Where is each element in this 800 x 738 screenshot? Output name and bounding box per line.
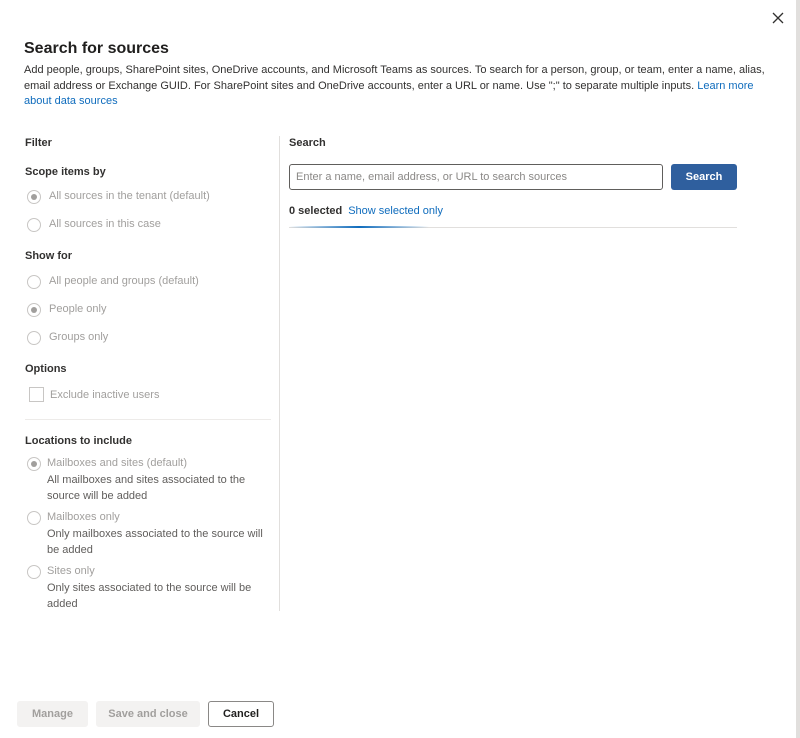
manage-button[interactable]: Manage [17, 701, 88, 727]
show-selected-link[interactable]: Show selected only [348, 205, 443, 217]
scope-option-label: All sources in the tenant (default) [49, 190, 210, 202]
radio-button[interactable] [27, 275, 41, 289]
scrollbar-thumb[interactable] [796, 0, 800, 738]
search-sources-panel: Search for sources Add people, groups, S… [0, 0, 800, 738]
exclude-inactive-checkbox[interactable] [29, 387, 44, 402]
show-for-option-all[interactable]: All people and groups (default) [27, 274, 199, 290]
close-button[interactable] [766, 6, 790, 30]
radio-button[interactable] [27, 457, 41, 471]
show-for-option-label: All people and groups (default) [49, 275, 199, 287]
description-text: Add people, groups, SharePoint sites, On… [24, 64, 765, 92]
radio-button[interactable] [27, 331, 41, 345]
loading-indicator [289, 226, 429, 228]
show-for-label: Show for [25, 250, 73, 262]
search-title: Search [289, 137, 326, 149]
radio-button[interactable] [27, 303, 41, 317]
location-option-description: Only sites associated to the source will… [47, 581, 252, 610]
column-divider [279, 136, 280, 611]
show-for-option-label: People only [49, 303, 107, 315]
show-for-option-groups[interactable]: Groups only [27, 330, 108, 346]
show-for-option-label: Groups only [49, 331, 109, 343]
radio-button[interactable] [27, 565, 41, 579]
show-for-option-people[interactable]: People only [27, 302, 107, 318]
location-option-description: All mailboxes and sites associated to th… [47, 473, 246, 502]
scope-option-label: All sources in this case [49, 218, 161, 230]
radio-button[interactable] [27, 218, 41, 232]
dialog-description: Add people, groups, SharePoint sites, On… [24, 63, 774, 110]
locations-label: Locations to include [25, 435, 132, 447]
divider [25, 419, 271, 420]
search-button[interactable]: Search [671, 164, 737, 190]
save-and-close-button[interactable]: Save and close [96, 701, 200, 727]
page-title: Search for sources [24, 40, 169, 57]
radio-button[interactable] [27, 190, 41, 204]
filter-title: Filter [25, 137, 52, 149]
location-option-sites[interactable]: Sites only Only sites associated to the … [27, 564, 275, 612]
search-input[interactable] [289, 164, 663, 190]
exclude-inactive-option[interactable]: Exclude inactive users [29, 387, 159, 402]
location-option-description: Only mailboxes associated to the source … [47, 527, 263, 556]
exclude-inactive-label: Exclude inactive users [50, 388, 160, 401]
options-label: Options [25, 363, 67, 375]
scope-option-case[interactable]: All sources in this case [27, 217, 161, 233]
cancel-button[interactable]: Cancel [208, 701, 274, 727]
location-option-mailboxes[interactable]: Mailboxes only Only mailboxes associated… [27, 510, 275, 558]
scope-option-tenant[interactable]: All sources in the tenant (default) [27, 189, 210, 205]
location-option-label: Mailboxes and sites (default) [47, 457, 188, 469]
location-option-mailboxes-sites[interactable]: Mailboxes and sites (default) All mailbo… [27, 456, 275, 504]
scope-label: Scope items by [25, 166, 106, 178]
scrollbar[interactable] [796, 0, 800, 738]
location-option-label: Sites only [47, 565, 95, 577]
radio-button[interactable] [27, 511, 41, 525]
selection-summary: 0 selected Show selected only [289, 205, 443, 217]
selected-count: 0 selected [289, 205, 343, 217]
close-icon [772, 12, 784, 24]
location-option-label: Mailboxes only [47, 511, 120, 523]
